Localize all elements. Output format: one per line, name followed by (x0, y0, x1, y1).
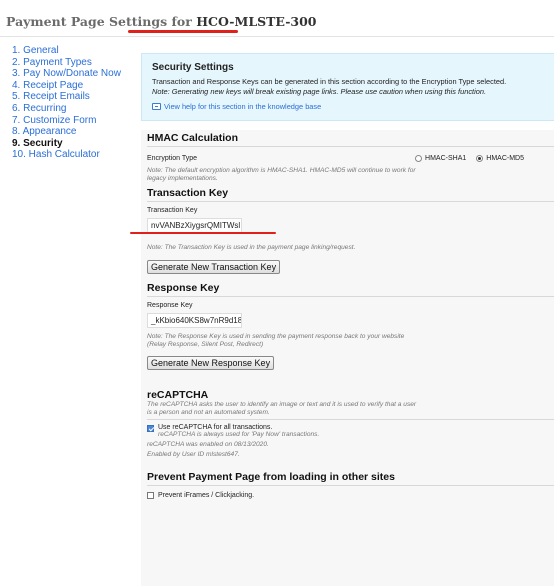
prevent-section-title: Prevent Payment Page from loading in oth… (147, 469, 554, 486)
response-key-note-line1: Note: The Response Key is used in sendin… (147, 332, 405, 340)
page-title: Payment Page Settings for HCO-MLSTE-300 (6, 14, 316, 29)
transaction-key-label: Transaction Key (147, 207, 198, 215)
nav-item-customize-form[interactable]: 7. Customize Form (12, 115, 130, 127)
hmac-note: Note: The default encryption algorithm i… (147, 167, 554, 183)
hmac-md5-radio[interactable] (476, 154, 484, 162)
response-key-label: Response Key (147, 301, 193, 309)
response-key-note: Note: The Response Key is used in sendin… (147, 333, 554, 349)
merchant-name: HCO-MLSTE-300 (196, 14, 317, 29)
recaptcha-checkbox-label[interactable]: Use reCAPTCHA for all transactions. (158, 424, 319, 431)
recaptcha-checkbox[interactable] (147, 425, 154, 433)
transaction-key-note: Note: The Transaction Key is used in the… (147, 244, 356, 252)
nav-item-receipt-page[interactable]: 4. Receipt Page (12, 80, 130, 92)
transaction-key-section-title: Transaction Key (147, 185, 554, 203)
recaptcha-desc-line2: is a person and not an automated system. (147, 409, 270, 417)
prevent-iframes-label[interactable]: Prevent iFrames / Clickjacking. (158, 492, 254, 499)
encryption-type-options: HMAC-SHA1 HMAC-MD5 (415, 154, 524, 162)
recaptcha-note-3: Enabled by User ID mlstest647. (147, 450, 240, 458)
help-link-label: View help for this section in the knowle… (164, 102, 322, 111)
help-book-icon (152, 103, 161, 110)
response-key-note-line2: (Relay Response, Silent Post, Redirect) (147, 340, 264, 348)
nav-item-appearance[interactable]: 8. Appearance (12, 126, 130, 138)
recaptcha-description: The reCAPTCHA asks the user to identify … (147, 401, 554, 421)
hmac-sha1-option[interactable]: HMAC-SHA1 (415, 154, 467, 162)
recaptcha-note-1: reCAPTCHA is always used for 'Pay Now' t… (158, 431, 320, 439)
nav-item-recurring[interactable]: 6. Recurring (12, 103, 130, 115)
security-description: Transaction and Response Keys can be gen… (152, 77, 507, 86)
hmac-sha1-label: HMAC-SHA1 (425, 154, 467, 162)
hmac-sha1-radio[interactable] (415, 154, 423, 162)
hmac-note-line2: legacy implementations. (147, 175, 218, 183)
nav-item-general[interactable]: 1. General (12, 45, 130, 57)
response-key-field[interactable]: _kKbio640KS8w7nR9d18 (147, 312, 242, 328)
main-content: Security Settings Transaction and Respon… (141, 53, 554, 586)
recaptcha-desc-line1: The reCAPTCHA asks the user to identify … (147, 401, 417, 409)
security-warning: Note: Generating new keys will break exi… (152, 87, 486, 96)
page-title-prefix: Payment Page Settings for (6, 14, 192, 29)
security-info-box: Security Settings Transaction and Respon… (141, 53, 554, 121)
settings-nav: 1. General 2. Payment Types 3. Pay Now/D… (12, 45, 130, 161)
security-settings-title: Security Settings (152, 62, 234, 73)
generate-response-key-button[interactable]: Generate New Response Key (147, 356, 275, 371)
recaptcha-option: Use reCAPTCHA for all transactions. reCA… (147, 424, 554, 439)
nav-item-receipt-emails[interactable]: 5. Receipt Emails (12, 91, 130, 103)
nav-item-pay-now-donate-now[interactable]: 3. Pay Now/Donate Now (12, 68, 130, 80)
response-key-section-title: Response Key (147, 280, 554, 297)
hmac-note-line1: Note: The default encryption algorithm i… (147, 167, 416, 174)
prevent-option: Prevent iFrames / Clickjacking. (147, 491, 554, 499)
generate-transaction-key-button[interactable]: Generate New Transaction Key (147, 259, 281, 274)
settings-panel: HMAC Calculation Encryption Type HMAC-SH… (141, 130, 554, 586)
hmac-md5-label: HMAC-MD5 (486, 154, 524, 162)
title-divider (0, 36, 554, 37)
nav-item-payment-types[interactable]: 2. Payment Types (12, 57, 130, 69)
hmac-md5-option[interactable]: HMAC-MD5 (476, 154, 524, 162)
nav-item-security[interactable]: 9. Security (12, 138, 130, 150)
nav-item-hash-calculator[interactable]: 10. Hash Calculator (12, 149, 130, 161)
recaptcha-section-title: reCAPTCHA (147, 389, 209, 402)
recaptcha-notes: reCAPTCHA was enabled on 08/13/2020. Ena… (147, 440, 554, 460)
recaptcha-note-2: reCAPTCHA was enabled on 08/13/2020. (147, 440, 269, 448)
red-underline-annotation (128, 30, 238, 33)
encryption-type-label: Encryption Type (147, 154, 198, 162)
help-link[interactable]: View help for this section in the knowle… (152, 102, 321, 111)
prevent-iframes-checkbox[interactable] (147, 491, 154, 499)
encryption-type-row: Encryption Type HMAC-SHA1 HMAC-MD5 (147, 151, 554, 165)
hmac-section-title: HMAC Calculation (147, 130, 554, 147)
red-underline-annotation-key (130, 232, 276, 234)
